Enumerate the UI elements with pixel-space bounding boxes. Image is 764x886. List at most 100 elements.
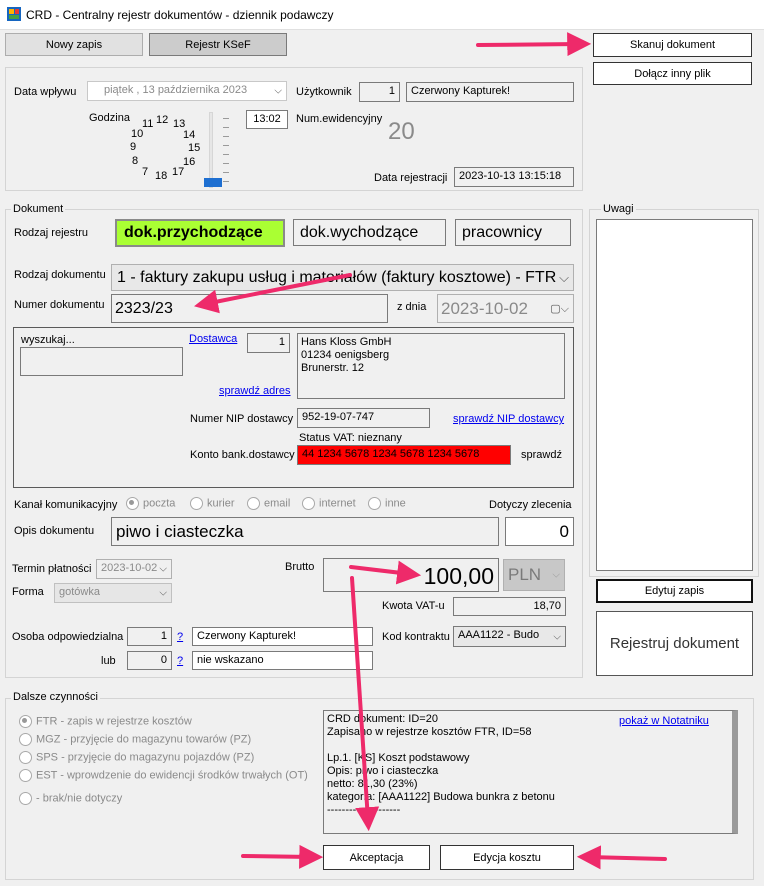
evidence-number-value: 20 [388,118,415,145]
further-actions-title: Dalsze czynności [11,691,100,703]
ksef-register-button[interactable]: Rejestr KSeF [149,33,287,56]
register-type-incoming[interactable]: dok.przychodzące [115,219,285,247]
radio-icon [19,733,32,746]
clock-number: 17 [172,166,185,178]
document-type-value: 1 - faktury zakupu usług i materiałów (f… [117,268,557,286]
gross-amount-field[interactable]: 100,00 [323,558,499,592]
radio-icon [368,497,381,510]
radio-icon [247,497,260,510]
bank-account-label: Konto bank.dostawcy [190,449,295,461]
vat-amount-field: 18,70 [453,597,566,616]
channel-option-courier[interactable]: kurier [190,497,235,510]
calendar-dropdown-icon: ▢⌵ [550,302,569,315]
description-label: Opis dokumentu [14,525,95,537]
time-field[interactable]: 13:02 [246,110,288,129]
register-type-employees[interactable]: pracownicy [455,219,571,246]
register-type-outgoing[interactable]: dok.wychodzące [293,219,446,246]
channel-option-label: internet [319,497,356,510]
date-from-picker[interactable]: 2023-10-02 ▢⌵ [437,294,574,323]
window-title: CRD - Centralny rejestr dokumentów - dzi… [26,8,334,22]
notes-label: Uwagi [601,203,636,215]
payment-form-label: Forma [12,586,44,598]
currency-select[interactable]: PLN ⌵ [503,559,565,591]
due-date-value: 2023-10-02 [101,562,158,574]
receipt-date-picker[interactable]: piątek , 13 października 2023 ⌵ [87,81,287,101]
clock-number: 9 [130,141,137,153]
notes-textarea[interactable] [596,219,753,571]
supplier-search-input[interactable] [20,347,183,376]
date-from-value: 2023-10-02 [441,299,528,318]
document-type-label: Rodzaj dokumentu [14,269,106,281]
supplier-id-field: 1 [247,333,290,353]
clock-number: 16 [183,156,196,168]
action-option-none[interactable]: - brak/nie dotyczy [19,792,122,805]
description-field[interactable]: piwo i ciasteczka [111,517,499,546]
log-line: Lp.1. [KS] Koszt podstawowy [327,752,470,764]
radio-icon [19,751,32,764]
attach-file-button[interactable]: Dołącz inny plik [593,62,752,85]
slider-ticks [223,118,229,190]
order-field[interactable]: 0 [505,517,574,546]
receipt-date-value: piątek , 13 października 2023 [104,84,248,96]
due-date-picker[interactable]: 2023-10-02 ⌵ [96,559,172,579]
accept-button[interactable]: Akceptacja [323,845,430,870]
check-nip-link[interactable]: sprawdź NIP dostawcy [453,413,564,425]
radio-icon [302,497,315,510]
register-document-button[interactable]: Rejestruj dokument [596,611,753,676]
document-number-field[interactable]: 2323/23 [111,294,388,323]
chevron-down-icon: ⌵ [159,587,167,599]
channel-option-other[interactable]: inne [368,497,406,510]
new-entry-button[interactable]: Nowy zapis [5,33,143,56]
action-option-sps[interactable]: SPS - przyjęcie do magazynu pojazdów (PZ… [19,751,254,764]
currency-value: PLN [508,565,542,584]
alt-responsible-help-link[interactable]: ? [177,655,183,667]
clock-number: 12 [156,114,169,126]
channel-option-internet[interactable]: internet [302,497,356,510]
contract-code-value: AAA1122 - Budo [458,629,540,641]
channel-option-post[interactable]: poczta [126,497,175,510]
channel-option-label: poczta [143,497,176,510]
search-label: wyszukaj... [21,334,75,346]
responsible-help-link[interactable]: ? [177,631,183,643]
payment-form-select[interactable]: gotówka ⌵ [54,583,172,603]
supplier-link[interactable]: Dostawca [189,333,237,345]
due-date-label: Termin płatności [12,563,92,575]
contract-code-label: Kod kontraktu [382,631,450,643]
responsible-id-field[interactable]: 1 [127,627,172,646]
alt-responsible-id-field[interactable]: 0 [127,651,172,670]
action-option-mgz[interactable]: MGZ - przyjęcie do magazynu towarów (PZ) [19,733,251,746]
radio-icon [19,792,32,805]
edit-entry-button[interactable]: Edytuj zapis [596,579,753,603]
user-name-field: Czerwony Kapturek! [406,82,574,102]
clock-number: 14 [183,129,196,141]
registration-date-field: 2023-10-13 13:15:18 [454,167,574,187]
action-option-est[interactable]: EST - wprowdzenie do ewidencji środków t… [19,769,308,782]
responsible-name-field[interactable]: Czerwony Kapturek! [192,627,373,646]
gross-label: Brutto [285,561,315,573]
bank-account-field[interactable]: 44 1234 5678 1234 5678 1234 5678 [297,445,511,465]
scan-document-button[interactable]: Skanuj dokument [593,33,752,57]
edit-cost-button[interactable]: Edycja kosztu [440,845,574,870]
chevron-down-icon: ⌵ [551,631,561,642]
log-line: Zapisano w rejestrze kosztów FTR, ID=58 [327,726,532,738]
action-option-ftr[interactable]: FTR - zapis w rejestrze kosztów [19,715,192,728]
contract-code-select[interactable]: AAA1122 - Budo ⌵ [453,626,566,647]
action-option-label: EST - wprowdzenie do ewidencji środków t… [36,769,308,782]
hour-slider[interactable] [203,110,233,192]
alt-responsible-name-field[interactable]: nie wskazano [192,651,373,670]
document-type-select[interactable]: 1 - faktury zakupu usług i materiałów (f… [111,264,574,291]
channel-option-label: kurier [207,497,235,510]
evidence-number-label: Num.ewidencyjny [296,113,383,125]
channel-option-label: email [264,497,291,510]
check-address-link[interactable]: sprawdź adres [219,385,291,397]
clock-number: 15 [188,142,201,154]
action-option-label: - brak/nie dotyczy [36,792,123,805]
chevron-down-icon: ⌵ [552,569,560,581]
channel-option-email[interactable]: email [247,497,290,510]
vat-status-text: Status VAT: nieznany [299,432,402,444]
action-option-label: FTR - zapis w rejestrze kosztów [36,715,192,728]
payment-form-value: gotówka [59,586,100,598]
show-in-notepad-link[interactable]: pokaż w Notatniku [619,715,709,727]
slider-thumb[interactable] [204,178,222,187]
